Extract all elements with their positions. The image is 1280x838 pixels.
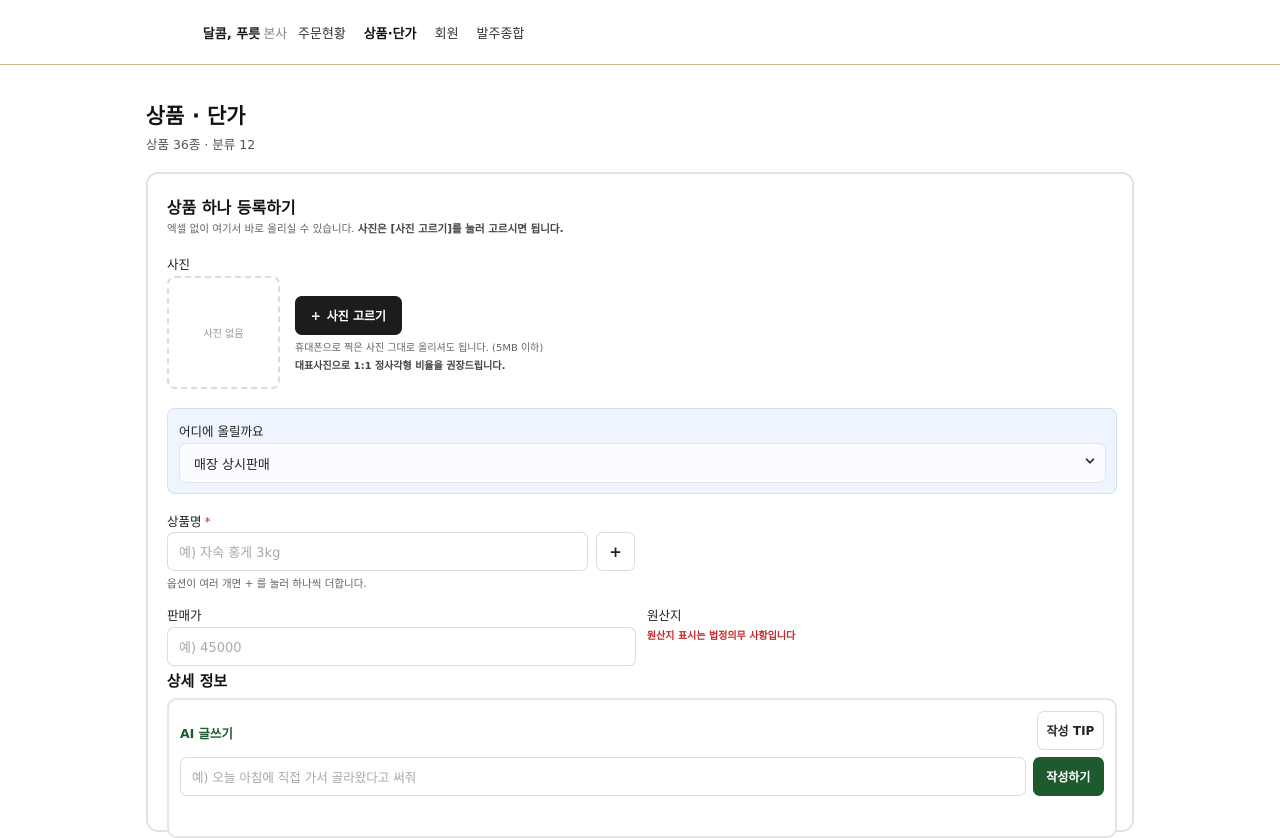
writing-tip-button[interactable]: 작성 TIP — [1037, 711, 1104, 750]
card-desc-plain: 엑셀 없이 여기서 바로 올리실 수 있습니다. — [167, 223, 358, 235]
brand-name: 달콤, 푸릇 — [203, 27, 261, 42]
where-label: 어디에 올릴까요 — [179, 424, 264, 439]
product-name-input[interactable]: 예) 자숙 홍게 3kg — [167, 532, 588, 571]
ai-prompt-placeholder: 예) 오늘 아침에 직접 가서 골라왔다고 써줘 — [192, 770, 417, 785]
photo-hint-bold: 대표사진으로 1:1 정사각형 비율을 권장드립니다. — [295, 361, 506, 372]
photo-empty-text: 사진 없음 — [203, 329, 244, 340]
card-title: 상품 하나 등록하기 — [167, 198, 296, 217]
add-option-button[interactable]: + — [596, 532, 635, 571]
required-mark: * — [204, 514, 211, 529]
write-button[interactable]: 작성하기 — [1033, 757, 1104, 796]
price-placeholder: 예) 45000 — [179, 641, 242, 656]
pick-photo-label: 사진 고르기 — [326, 309, 387, 323]
brand-sub: 본사 — [263, 27, 288, 42]
page-title: 상품 · 단가 — [146, 104, 246, 128]
ai-writer-title: AI 글쓰기 — [180, 726, 234, 741]
origin-warning: 원산지 표시는 법정의무 사항입니다 — [647, 631, 796, 642]
ai-prompt-input[interactable]: 예) 오늘 아침에 직접 가서 골라왔다고 써줘 — [180, 757, 1026, 796]
page-meta: 상품 36종 · 분류 12 — [146, 137, 256, 152]
option-hint: 옵션이 여러 개면 + 를 눌러 하나씩 더합니다. — [167, 578, 367, 590]
ai-writer-box: AI 글쓰기 작성 TIP 예) 오늘 아침에 직접 가서 골라왔다고 써줘 작… — [167, 698, 1117, 838]
photo-label: 사진 — [167, 257, 191, 272]
photo-hint: 휴대폰으로 찍은 사진 그대로 올리셔도 됩니다. (5MB 이하) — [295, 343, 544, 354]
brand[interactable]: 달콤, 푸릇 본사 — [203, 23, 287, 42]
nav-item-purchase[interactable]: 발주종합 — [477, 23, 525, 42]
nav-item-orders[interactable]: 주문현황 — [298, 23, 346, 42]
price-input[interactable]: 예) 45000 — [167, 627, 636, 666]
nav-item-members[interactable]: 회원 — [435, 23, 459, 42]
card-desc-bold: 사진은 [사진 고르기]를 눌러 고르시면 됩니다. — [357, 223, 564, 235]
product-name-label: 상품명 * — [167, 511, 211, 530]
plus-icon: + — [609, 542, 622, 561]
card-description: 엑셀 없이 여기서 바로 올리실 수 있습니다. 사진은 [사진 고르기]를 눌… — [167, 221, 564, 236]
pick-photo-button[interactable]: + 사진 고르기 — [295, 296, 402, 335]
origin-label: 원산지 — [647, 608, 682, 623]
photo-preview: 사진 없음 — [167, 276, 280, 389]
detail-section-title: 상세 정보 — [167, 672, 228, 690]
where-select-value: 매장 상시판매 — [194, 457, 270, 473]
product-name-placeholder: 예) 자숙 홍게 3kg — [179, 546, 281, 561]
where-section: 어디에 올릴까요 매장 상시판매 — [167, 408, 1117, 494]
price-label: 판매가 — [167, 608, 202, 623]
product-register-card: 상품 하나 등록하기 엑셀 없이 여기서 바로 올리실 수 있습니다. 사진은 … — [146, 172, 1134, 838]
nav-item-products[interactable]: 상품·단가 — [364, 23, 417, 42]
chevron-down-icon — [1085, 458, 1095, 464]
top-nav: 달콤, 푸릇 본사 주문현황 상품·단가 회원 발주종합 — [0, 0, 1280, 65]
nav-menu: 주문현황 상품·단가 회원 발주종합 — [298, 23, 524, 42]
plus-icon: + — [310, 308, 321, 323]
where-select[interactable]: 매장 상시판매 — [179, 443, 1106, 483]
product-name-label-text: 상품명 — [167, 514, 202, 529]
